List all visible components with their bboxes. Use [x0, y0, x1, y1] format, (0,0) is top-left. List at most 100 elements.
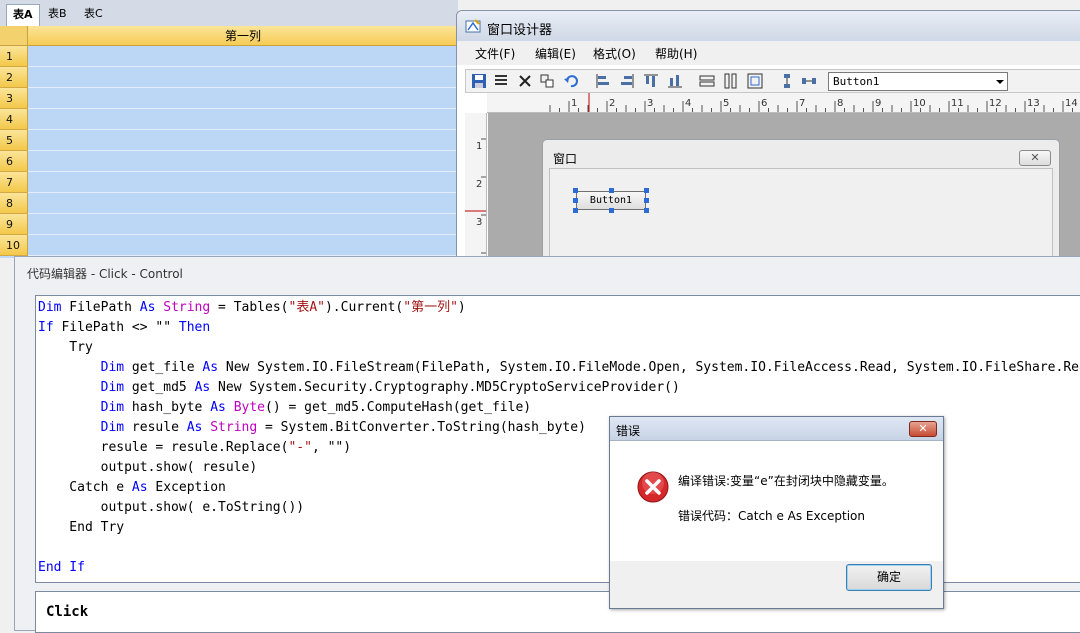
- code-token: Exception: [147, 480, 226, 495]
- grid-row[interactable]: [28, 88, 458, 109]
- grid-corner[interactable]: [0, 26, 28, 46]
- same-width-icon[interactable]: [698, 72, 716, 90]
- grid-row[interactable]: [28, 46, 458, 67]
- code-token: () = get_md5.ComputeHash(get_file): [265, 400, 532, 415]
- row-header[interactable]: 9: [0, 214, 28, 235]
- code-token: = System.BitConverter.ToString(hash_byte…: [257, 420, 586, 435]
- save-icon[interactable]: [470, 72, 488, 90]
- control-select[interactable]: Button1: [828, 72, 1008, 91]
- code-line[interactable]: Dim get_file As New System.IO.FileStream…: [38, 358, 1080, 378]
- code-line[interactable]: End Try: [38, 518, 124, 538]
- sheet-tab-bar: 表A 表B 表C: [0, 0, 458, 26]
- grid-row[interactable]: [28, 235, 458, 256]
- menu-edit[interactable]: 编辑(E): [535, 45, 576, 62]
- align-bottom-icon[interactable]: [666, 72, 684, 90]
- grid-row[interactable]: [28, 193, 458, 214]
- error-icon: [637, 471, 669, 503]
- code-token: resule = resule.Replace(: [38, 440, 289, 455]
- code-line[interactable]: resule = resule.Replace("-", ""): [38, 438, 351, 458]
- row-header[interactable]: 10: [0, 235, 28, 256]
- undo-icon[interactable]: [562, 72, 580, 90]
- code-token: Dim: [38, 300, 62, 315]
- grid-row[interactable]: [28, 67, 458, 88]
- sheet-tab-c[interactable]: 表C: [78, 4, 109, 26]
- menu-format[interactable]: 格式(O): [593, 45, 636, 62]
- control-select-value: Button1: [833, 75, 880, 88]
- code-token: Byte: [233, 400, 265, 415]
- resize-handle[interactable]: [609, 208, 614, 213]
- code-token: Try: [38, 340, 93, 355]
- resize-handle[interactable]: [573, 198, 578, 203]
- form-client-area[interactable]: Button1: [549, 168, 1053, 268]
- code-line[interactable]: Dim FilePath As String = Tables("表A").Cu…: [38, 298, 466, 318]
- horizontal-spacing-icon[interactable]: [800, 72, 818, 90]
- menu-file[interactable]: 文件(F): [475, 45, 515, 62]
- code-line[interactable]: Dim hash_byte As Byte() = get_md5.Comput…: [38, 398, 531, 418]
- delete-icon[interactable]: [516, 72, 534, 90]
- grid-row[interactable]: [28, 151, 458, 172]
- copy-icon[interactable]: [538, 72, 556, 90]
- same-size-icon[interactable]: [746, 72, 764, 90]
- row-header[interactable]: 3: [0, 88, 28, 109]
- row-header[interactable]: 7: [0, 172, 28, 193]
- resize-handle[interactable]: [573, 208, 578, 213]
- ruler-label: 6: [761, 98, 767, 109]
- resize-handle[interactable]: [644, 188, 649, 193]
- code-line[interactable]: Catch e As Exception: [38, 478, 226, 498]
- sheet-tab-a[interactable]: 表A: [6, 4, 40, 26]
- code-token: Dim: [100, 420, 125, 435]
- code-line[interactable]: Try: [38, 338, 93, 358]
- row-header[interactable]: 8: [0, 193, 28, 214]
- ok-button[interactable]: 确定: [846, 564, 932, 591]
- code-token: get_md5: [124, 380, 195, 395]
- code-line[interactable]: End If: [38, 558, 85, 578]
- row-header[interactable]: 1: [0, 46, 28, 67]
- align-right-icon[interactable]: [618, 72, 636, 90]
- grid-row[interactable]: [28, 214, 458, 235]
- code-line[interactable]: output.show( e.ToString()): [38, 498, 305, 518]
- column-header[interactable]: 第一列: [28, 26, 458, 46]
- code-token: hash_byte: [124, 400, 211, 415]
- chevron-down-icon[interactable]: [996, 80, 1004, 84]
- code-token: If: [38, 320, 54, 335]
- code-line[interactable]: output.show( resule): [38, 458, 258, 478]
- resize-handle[interactable]: [573, 188, 578, 193]
- row-header[interactable]: 5: [0, 130, 28, 151]
- error-code: 错误代码：Catch e As Exception: [678, 509, 865, 523]
- resize-handle[interactable]: [644, 208, 649, 213]
- resize-handle[interactable]: [609, 188, 614, 193]
- vertical-spacing-icon[interactable]: [778, 72, 796, 90]
- ruler-label: 11: [951, 98, 964, 109]
- code-token: As: [194, 380, 211, 395]
- properties-icon[interactable]: [492, 72, 510, 90]
- grid-row[interactable]: [28, 172, 458, 193]
- grid-row[interactable]: [28, 109, 458, 130]
- dialog-titlebar: 错误 ✕: [610, 417, 943, 441]
- code-token: As: [131, 480, 148, 495]
- same-height-icon[interactable]: [722, 72, 740, 90]
- code-line[interactable]: Dim resule As String = System.BitConvert…: [38, 418, 586, 438]
- menu-help[interactable]: 帮助(H): [655, 45, 697, 62]
- row-header[interactable]: 4: [0, 109, 28, 130]
- code-token: , ""): [311, 440, 352, 455]
- sheet-tab-b[interactable]: 表B: [42, 4, 73, 26]
- align-top-icon[interactable]: [642, 72, 660, 90]
- code-line[interactable]: If FilePath <> "" Then: [38, 318, 210, 338]
- code-line[interactable]: Dim get_md5 As New System.Security.Crypt…: [38, 378, 680, 398]
- resize-handle[interactable]: [644, 198, 649, 203]
- row-header[interactable]: 2: [0, 67, 28, 88]
- dialog-close-button[interactable]: ✕: [909, 421, 937, 437]
- design-canvas[interactable]: 窗口 ✕ Button1: [488, 113, 1080, 269]
- code-token: String: [210, 420, 258, 435]
- row-header[interactable]: 6: [0, 151, 28, 172]
- ruler-label: 1: [571, 98, 577, 109]
- code-token: "第一列": [403, 300, 458, 315]
- align-left-icon[interactable]: [594, 72, 612, 90]
- grid-row[interactable]: [28, 130, 458, 151]
- designed-form[interactable]: 窗口 ✕ Button1: [542, 139, 1060, 269]
- code-token: "表A": [288, 300, 325, 315]
- designer-app-icon: [465, 19, 481, 33]
- ruler-label: 12: [989, 98, 1002, 109]
